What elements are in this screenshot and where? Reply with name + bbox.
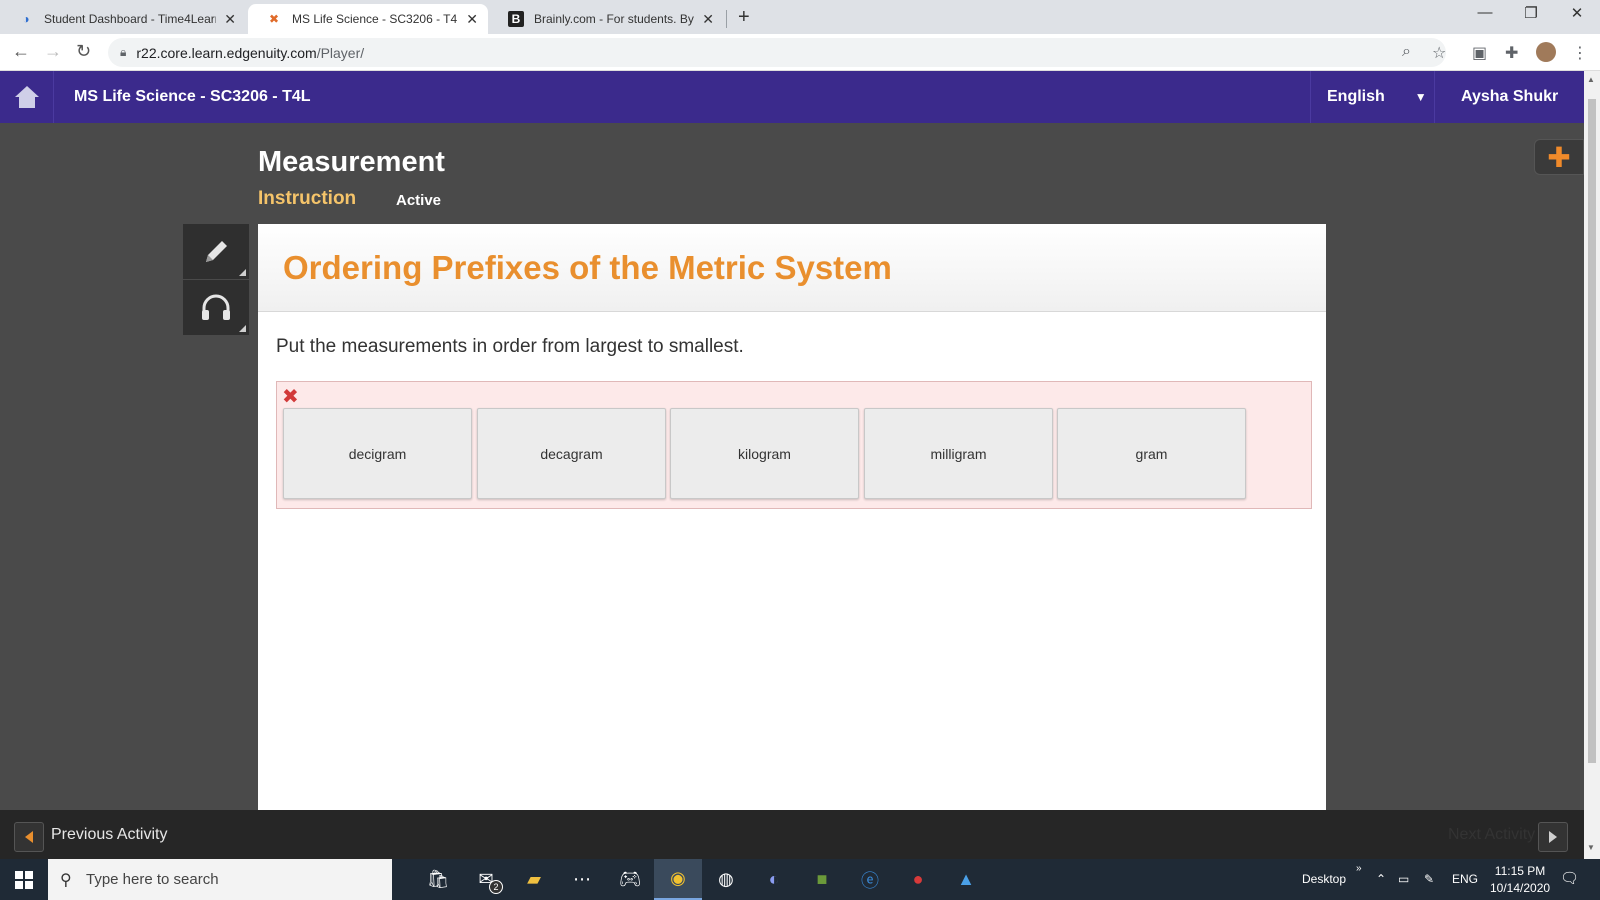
mail-badge: 2: [489, 880, 503, 894]
draggable-item-kilogram[interactable]: kilogram: [670, 408, 859, 499]
url-path: /Player/: [316, 44, 365, 61]
desktop-toolbar-label[interactable]: Desktop: [1302, 872, 1346, 886]
user-name: Aysha Shukr: [1461, 88, 1559, 105]
store-app-icon[interactable]: 🛍︎: [414, 859, 462, 900]
home-button[interactable]: [0, 71, 54, 123]
clock-date: 10/14/2020: [1490, 881, 1551, 895]
scroll-down-icon[interactable]: ▼: [1587, 843, 1595, 852]
chevron-up-icon[interactable]: ⌃: [1376, 872, 1386, 886]
activity-nav-bar: Previous Activity Next Activity: [0, 810, 1584, 859]
draggable-item-decagram[interactable]: decagram: [477, 408, 666, 499]
draggable-item-milligram[interactable]: milligram: [864, 408, 1053, 499]
window-close-icon[interactable]: ✕: [1554, 4, 1600, 22]
close-icon[interactable]: ✕: [466, 11, 478, 28]
more-menu-icon[interactable]: ⋮: [1572, 43, 1588, 63]
home-icon: [14, 86, 39, 108]
chevron-down-icon: ▼: [1414, 90, 1427, 104]
plus-icon[interactable]: ✚: [1534, 139, 1584, 175]
input-language[interactable]: ENG: [1452, 872, 1478, 886]
clock-time: 11:15 PM: [1494, 864, 1546, 878]
back-icon[interactable]: ←: [12, 41, 30, 62]
windows-logo-icon: [15, 870, 33, 889]
notification-icon[interactable]: 🗨︎: [1560, 869, 1579, 887]
audio-tool-button[interactable]: [183, 280, 249, 335]
scroll-up-icon[interactable]: ▲: [1587, 75, 1595, 84]
language-label: English: [1327, 88, 1385, 105]
extensions-puzzle-icon[interactable]: ✚: [1505, 43, 1518, 63]
address-bar[interactable]: 🔒︎ r22.core.learn.edgenuity.com/Player/: [108, 38, 1446, 67]
next-activity-label: Next Activity: [1448, 826, 1536, 843]
minimize-icon[interactable]: —: [1462, 4, 1508, 21]
search-icon: ⚲: [60, 872, 72, 889]
restore-icon[interactable]: ❐: [1508, 4, 1554, 22]
windows-taskbar: ⚲ Type here to search 🛍︎ ✉ 2 ▰ ⋯ 🎮︎ ◉ ◍ ◐…: [0, 859, 1600, 900]
reload-icon[interactable]: ↻: [76, 41, 91, 62]
activity-header: Ordering Prefixes of the Metric System: [258, 224, 1326, 312]
time4learning-icon: ◑: [22, 12, 30, 26]
brainly-icon: B: [508, 11, 524, 27]
minecraft-app-icon[interactable]: ■: [798, 859, 846, 900]
taskbar-search[interactable]: ⚲ Type here to search: [48, 859, 392, 900]
close-icon[interactable]: ✕: [702, 11, 714, 28]
browser-tab-strip: ◑ Student Dashboard - Time4Learn ✕ ✖ MS …: [0, 0, 1600, 34]
system-clock[interactable]: 11:15 PM 10/14/2020: [1490, 863, 1550, 897]
course-title: MS Life Science - SC3206 - T4L: [74, 88, 311, 105]
tab-brainly[interactable]: B Brainly.com - For students. By stu ✕: [490, 4, 724, 34]
tab-title: Student Dashboard - Time4Learn: [44, 12, 217, 26]
battery-icon[interactable]: ▭: [1398, 872, 1409, 886]
pencil-tool-button[interactable]: [183, 224, 249, 279]
draggable-item-decigram[interactable]: decigram: [283, 408, 472, 499]
bookmark-star-icon[interactable]: ☆: [1432, 43, 1446, 63]
lesson-status: Active: [396, 192, 442, 209]
course-header: MS Life Science - SC3206 - T4L English ▼…: [0, 71, 1584, 123]
file-explorer-icon[interactable]: ▰: [510, 859, 558, 900]
tab-title: Brainly.com - For students. By stu: [534, 12, 694, 26]
chrome-app-icon[interactable]: ◉: [654, 859, 702, 900]
discord-app-icon[interactable]: ◐: [750, 859, 798, 900]
previous-activity-label[interactable]: Previous Activity: [51, 826, 167, 844]
next-activity-button[interactable]: [1538, 822, 1568, 852]
tab-ms-life-science[interactable]: ✖ MS Life Science - SC3206 - T4L - ✕: [248, 4, 488, 34]
page-scrollbar[interactable]: ▲ ▼: [1584, 71, 1600, 859]
lock-icon: 🔒︎: [120, 45, 127, 59]
activity-panel: Ordering Prefixes of the Metric System P…: [258, 224, 1326, 810]
xbox-controller-icon[interactable]: 🎮︎: [606, 859, 654, 900]
search-placeholder: Type here to search: [86, 871, 219, 888]
pencil-icon: [206, 240, 227, 262]
activity-heading: Ordering Prefixes of the Metric System: [283, 248, 892, 286]
profile-avatar[interactable]: [1536, 42, 1556, 62]
close-icon[interactable]: ✕: [224, 11, 236, 28]
lesson-title: Measurement: [258, 146, 445, 178]
start-button[interactable]: [0, 859, 48, 900]
browser-toolbar: ← → ↻ 🔒︎ r22.core.learn.edgenuity.com/Pl…: [0, 34, 1600, 71]
question-prompt: Put the measurements in order from large…: [276, 336, 744, 357]
pen-icon[interactable]: ✎: [1424, 872, 1434, 886]
arrow-right-icon: [1549, 831, 1557, 843]
arrow-left-icon: [25, 831, 33, 843]
url-host: r22.core.learn.edgenuity.com: [136, 44, 317, 61]
user-menu[interactable]: Aysha Shukr: [1434, 71, 1584, 123]
scrollbar-thumb[interactable]: [1588, 99, 1596, 763]
previous-activity-button[interactable]: [14, 822, 44, 852]
tab-title: MS Life Science - SC3206 - T4L -: [292, 12, 459, 26]
new-tab-button[interactable]: +: [738, 6, 750, 29]
toolbar-expand-icon[interactable]: »: [1356, 863, 1362, 874]
draggable-item-gram[interactable]: gram: [1057, 408, 1246, 499]
obs-app-icon[interactable]: ◍: [702, 859, 750, 900]
mail-app-icon[interactable]: ✉ 2: [462, 859, 510, 900]
lesson-type: Instruction: [258, 188, 357, 209]
edge-app-icon[interactable]: ⓔ: [846, 859, 894, 900]
ordering-drop-zone[interactable]: ✖ decigram decagram kilogram milligram g…: [276, 381, 1312, 509]
extension-icon[interactable]: ▣: [1472, 43, 1487, 63]
among-us-app-icon[interactable]: ●: [894, 859, 942, 900]
edgenuity-icon: ✖: [268, 12, 280, 26]
photos-app-icon[interactable]: ▲: [942, 859, 990, 900]
forward-icon[interactable]: →: [44, 41, 62, 62]
incorrect-x-icon: ✖: [282, 386, 299, 408]
tab-student-dashboard[interactable]: ◑ Student Dashboard - Time4Learn ✕: [0, 4, 246, 34]
language-select[interactable]: English ▼: [1310, 71, 1434, 123]
zoom-icon[interactable]: ⌕: [1402, 43, 1411, 61]
game-bar-icon[interactable]: ⋯: [558, 859, 606, 900]
headphones-icon: [202, 294, 230, 320]
